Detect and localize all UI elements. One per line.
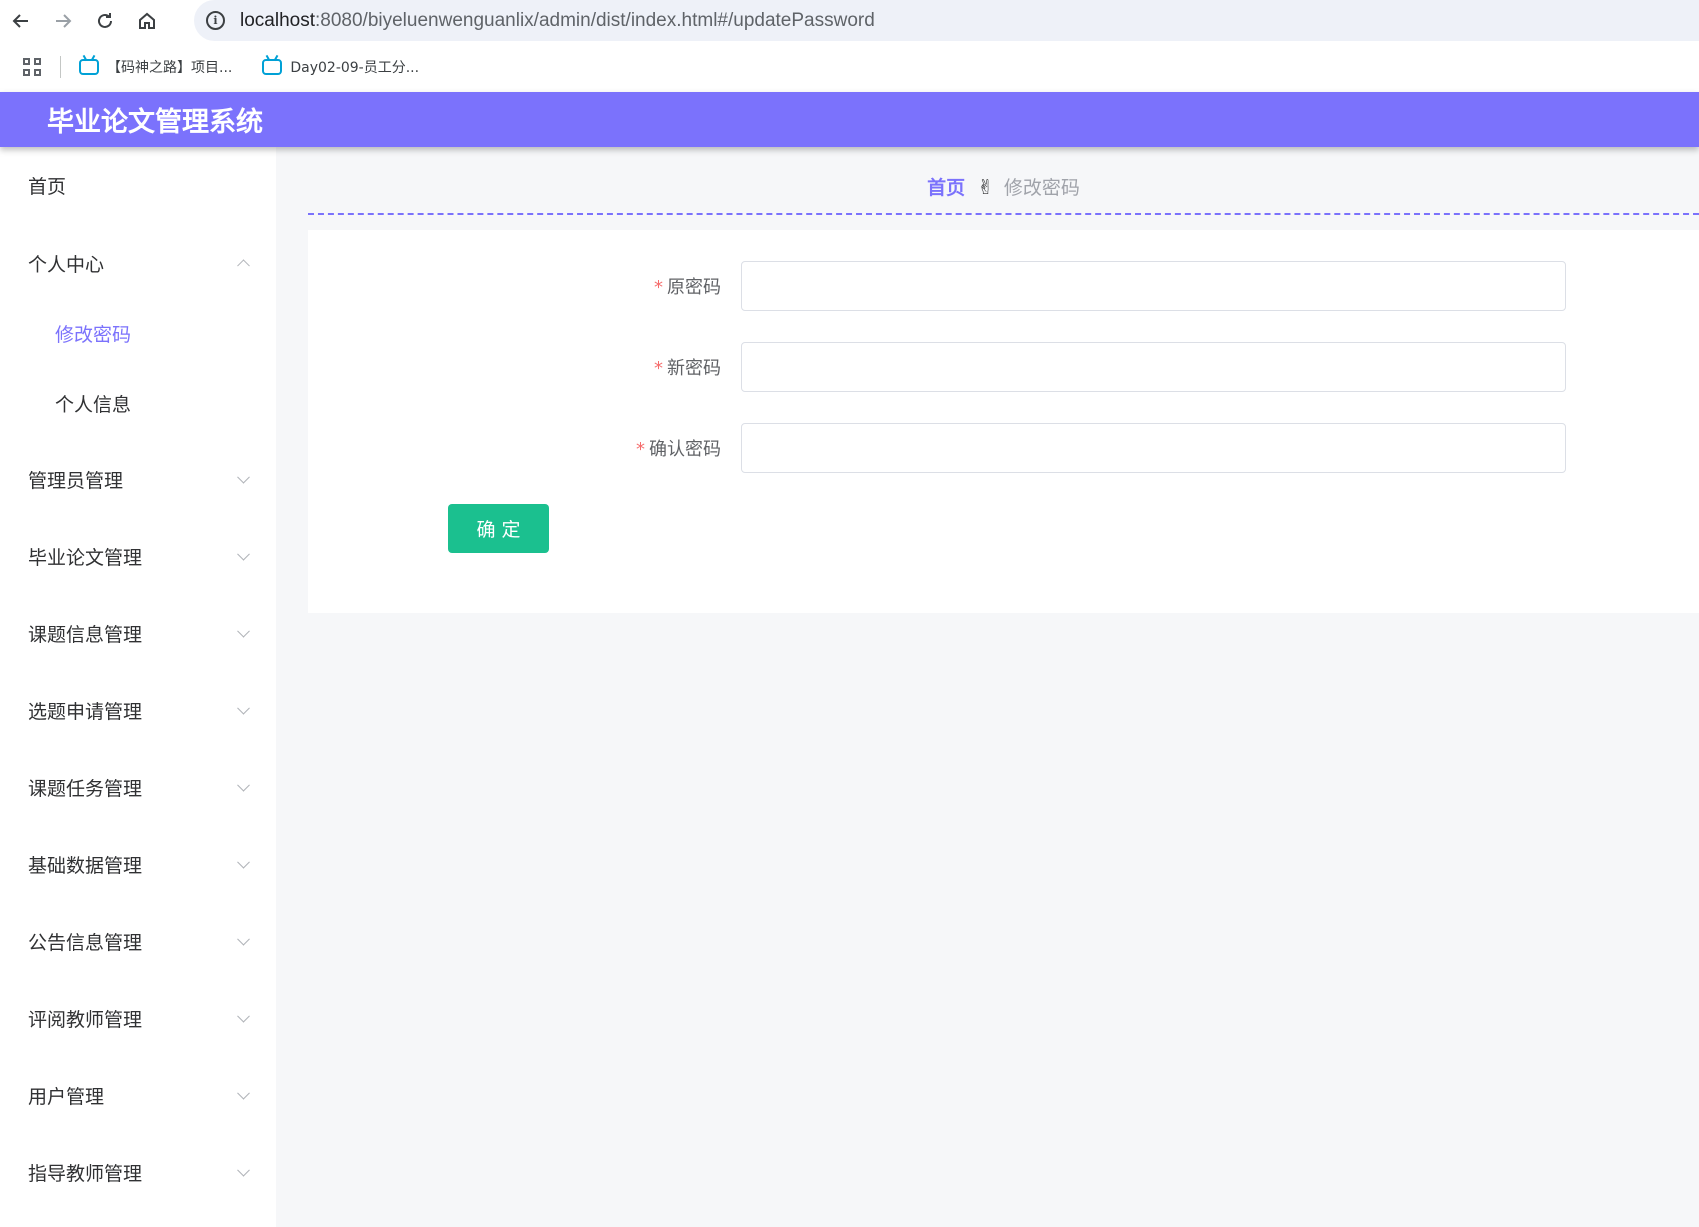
chevron-down-icon bbox=[237, 470, 250, 484]
old-password-input[interactable] bbox=[741, 261, 1566, 311]
sidebar-item-change-password[interactable]: 修改密码 bbox=[0, 303, 276, 363]
chevron-down-icon bbox=[237, 624, 250, 638]
forward-arrow-icon[interactable] bbox=[42, 0, 84, 42]
bookmarks-bar: 【码神之路】项目... Day02-09-员工分... bbox=[0, 42, 1699, 92]
app-title: 毕业论文管理系统 bbox=[47, 107, 263, 138]
url-host: localhost bbox=[240, 9, 315, 31]
chevron-down-icon bbox=[237, 778, 250, 792]
bilibili-tv-icon bbox=[262, 59, 283, 75]
bilibili-tv-icon bbox=[79, 59, 99, 75]
browser-toolbar: i localhost:8080/biyeluenwenguanlix/admi… bbox=[0, 0, 1699, 42]
sidebar-item-admin-management[interactable]: 管理员管理 bbox=[0, 449, 276, 509]
chevron-down-icon bbox=[237, 1086, 250, 1100]
submit-button[interactable]: 确定 bbox=[448, 504, 549, 553]
chevron-up-icon bbox=[237, 259, 250, 273]
bookmarks-divider bbox=[60, 56, 61, 78]
victory-hand-icon: ✌ bbox=[977, 174, 994, 199]
sidebar-item-topic-task-management[interactable]: 课题任务管理 bbox=[0, 757, 276, 817]
old-password-label-text: 原密码 bbox=[667, 277, 721, 298]
sidebar-item-label: 管理员管理 bbox=[28, 469, 124, 492]
confirm-password-input[interactable] bbox=[741, 423, 1566, 473]
required-asterisk: * bbox=[654, 277, 663, 298]
apps-grid-icon[interactable] bbox=[20, 55, 44, 79]
new-password-label-text: 新密码 bbox=[667, 358, 721, 379]
sidebar-item-label: 修改密码 bbox=[55, 323, 132, 346]
sidebar-item-label: 首页 bbox=[28, 175, 67, 198]
bookmark-label: 【码神之路】项目... bbox=[107, 60, 233, 76]
chevron-down-icon bbox=[237, 855, 250, 869]
breadcrumb: 首页 ✌ 修改密码 bbox=[308, 160, 1699, 215]
sidebar: 首页 个人中心 修改密码 个人信息 管理员管理 毕业论文管理 课题信息管理 选题… bbox=[0, 147, 276, 1227]
chevron-down-icon bbox=[237, 1163, 250, 1177]
site-info-icon[interactable]: i bbox=[206, 11, 225, 30]
sidebar-item-topic-info-management[interactable]: 课题信息管理 bbox=[0, 603, 276, 663]
bookmark-item[interactable]: 【码神之路】项目... bbox=[79, 57, 232, 77]
sidebar-item-personal-center[interactable]: 个人中心 bbox=[0, 233, 276, 293]
sidebar-item-label: 课题任务管理 bbox=[28, 777, 143, 800]
chevron-down-icon bbox=[237, 701, 250, 715]
breadcrumb-home-link[interactable]: 首页 bbox=[927, 173, 965, 200]
chevron-down-icon bbox=[237, 547, 250, 561]
sidebar-item-user-management[interactable]: 用户管理 bbox=[0, 1065, 276, 1125]
sidebar-item-label: 课题信息管理 bbox=[28, 623, 143, 646]
new-password-input[interactable] bbox=[741, 342, 1566, 392]
sidebar-item-home[interactable]: 首页 bbox=[0, 155, 276, 215]
sidebar-item-label: 基础数据管理 bbox=[28, 854, 143, 877]
new-password-row: * 新密码 bbox=[308, 342, 1699, 392]
password-form: * 原密码 * 新密码 * 确认密码 确定 bbox=[308, 230, 1699, 613]
sidebar-item-label: 个人中心 bbox=[28, 253, 105, 276]
required-asterisk: * bbox=[654, 358, 663, 379]
bookmark-label: Day02-09-员工分... bbox=[290, 60, 420, 76]
breadcrumb-current: 修改密码 bbox=[1003, 177, 1080, 199]
url-text[interactable]: localhost:8080/biyeluenwenguanlix/admin/… bbox=[240, 10, 875, 32]
address-bar[interactable]: i localhost:8080/biyeluenwenguanlix/admi… bbox=[194, 0, 1699, 41]
confirm-password-label: * 确认密码 bbox=[308, 435, 741, 461]
required-asterisk: * bbox=[636, 439, 645, 460]
bookmark-item[interactable]: Day02-09-员工分... bbox=[262, 57, 419, 77]
confirm-password-row: * 确认密码 bbox=[308, 423, 1699, 473]
sidebar-item-label: 公告信息管理 bbox=[28, 931, 143, 954]
sidebar-item-notice-management[interactable]: 公告信息管理 bbox=[0, 911, 276, 971]
sidebar-item-advisor-management[interactable]: 指导教师管理 bbox=[0, 1142, 276, 1202]
sidebar-item-label: 个人信息 bbox=[55, 393, 132, 416]
sidebar-item-label: 用户管理 bbox=[28, 1085, 105, 1108]
back-arrow-icon[interactable] bbox=[0, 0, 42, 42]
sidebar-item-label: 指导教师管理 bbox=[28, 1162, 143, 1185]
sidebar-item-label: 选题申请管理 bbox=[28, 700, 143, 723]
chevron-down-icon bbox=[237, 932, 250, 946]
old-password-row: * 原密码 bbox=[308, 261, 1699, 311]
sidebar-item-thesis-management[interactable]: 毕业论文管理 bbox=[0, 526, 276, 586]
home-icon[interactable] bbox=[126, 0, 168, 42]
sidebar-item-label: 评阅教师管理 bbox=[28, 1008, 143, 1031]
chevron-down-icon bbox=[237, 1009, 250, 1023]
new-password-label: * 新密码 bbox=[308, 354, 741, 380]
sidebar-item-reviewer-management[interactable]: 评阅教师管理 bbox=[0, 988, 276, 1048]
reload-icon[interactable] bbox=[84, 0, 126, 42]
sidebar-item-label: 毕业论文管理 bbox=[28, 546, 143, 569]
url-path: :8080/biyeluenwenguanlix/admin/dist/inde… bbox=[315, 9, 875, 31]
old-password-label: * 原密码 bbox=[308, 273, 741, 299]
sidebar-item-topic-application-management[interactable]: 选题申请管理 bbox=[0, 680, 276, 740]
app-header: 毕业论文管理系统 bbox=[0, 92, 1699, 147]
sidebar-item-personal-info[interactable]: 个人信息 bbox=[0, 373, 276, 433]
confirm-password-label-text: 确认密码 bbox=[649, 439, 721, 460]
sidebar-item-base-data-management[interactable]: 基础数据管理 bbox=[0, 834, 276, 894]
